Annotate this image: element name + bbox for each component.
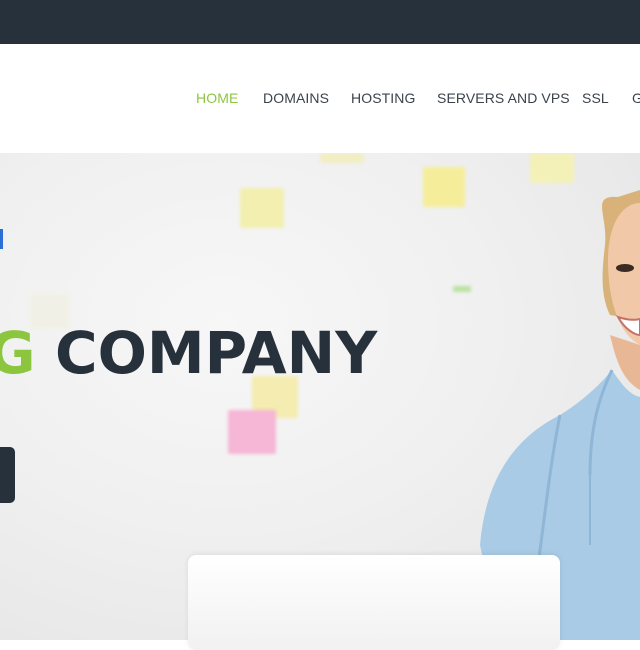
hero-cta-button[interactable] <box>0 447 15 503</box>
sticky-note <box>240 188 284 228</box>
nav-item-more[interactable]: G <box>632 90 640 106</box>
sticky-note <box>320 153 364 163</box>
headline-highlight: G <box>0 319 36 387</box>
nav-item-hosting[interactable]: HOSTING <box>351 90 415 106</box>
hero-headline: G COMPANY <box>0 318 400 388</box>
sticky-note <box>530 153 574 183</box>
nav-item-servers-and-vps[interactable]: SERVERS AND VPS <box>437 90 570 106</box>
laptop-image <box>188 555 560 650</box>
sticky-note <box>228 410 276 454</box>
headline-main: COMPANY <box>55 319 378 387</box>
nav-item-home[interactable]: HOME <box>196 90 238 106</box>
nav-item-domains[interactable]: DOMAINS <box>263 90 329 106</box>
top-bar <box>0 0 640 44</box>
accent-bar <box>0 229 3 249</box>
nav-item-ssl[interactable]: SSL <box>582 90 609 106</box>
